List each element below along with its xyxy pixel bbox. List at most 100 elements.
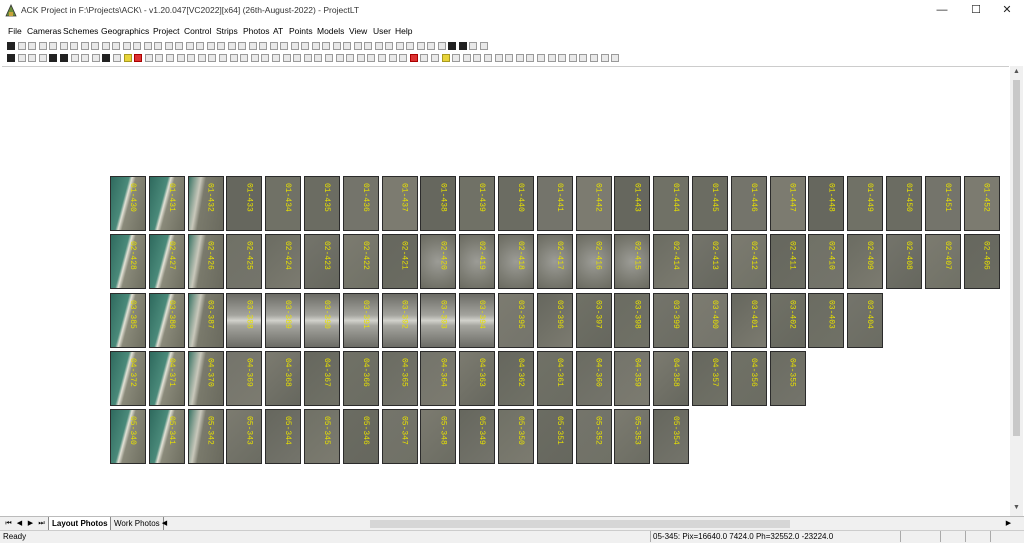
menu-strips[interactable]: Strips — [216, 26, 238, 36]
toolbar-tool-icon[interactable] — [388, 54, 397, 62]
toolbar-tool-icon[interactable] — [416, 42, 425, 50]
photo-thumbnail[interactable]: 01-434 — [265, 176, 302, 231]
photo-thumbnail[interactable]: 03-395 — [498, 293, 534, 348]
toolbar-tool-icon[interactable] — [91, 54, 100, 62]
photo-thumbnail[interactable]: 02-424 — [265, 234, 302, 289]
minimize-button[interactable]: — — [925, 0, 959, 22]
photo-thumbnail[interactable]: 04-370 — [187, 351, 224, 406]
photo-thumbnail[interactable]: 03-404 — [847, 293, 884, 348]
photo-thumbnail[interactable]: 05-345 — [304, 409, 340, 464]
menu-cameras[interactable]: Cameras — [27, 26, 61, 36]
toolbar-tool-icon[interactable] — [229, 54, 238, 62]
photo-thumbnail[interactable]: 02-428 — [110, 234, 146, 289]
toolbar-tool-icon[interactable] — [248, 42, 257, 50]
photo-thumbnail[interactable]: 05-348 — [420, 409, 457, 464]
photo-thumbnail[interactable]: 05-341 — [148, 409, 185, 464]
photo-thumbnail[interactable]: 05-342 — [187, 409, 224, 464]
toolbar-tool-icon[interactable] — [462, 54, 471, 62]
toolbar-tool-icon[interactable] — [7, 54, 15, 62]
toolbar-tool-icon[interactable] — [332, 42, 341, 50]
toolbar-tool-icon[interactable] — [175, 42, 183, 50]
toolbar-tool-icon[interactable] — [49, 42, 57, 50]
photo-thumbnail[interactable]: 04-359 — [614, 351, 651, 406]
photo-thumbnail[interactable]: 05-350 — [498, 409, 534, 464]
photo-thumbnail[interactable]: 01-451 — [924, 176, 961, 231]
toolbar-tool-icon[interactable] — [427, 42, 435, 50]
toolbar-tool-icon[interactable] — [290, 42, 299, 50]
next-tab-icon[interactable]: ▶ — [26, 519, 35, 528]
toolbar-tool-icon[interactable] — [217, 42, 225, 50]
photo-thumbnail[interactable]: 01-441 — [536, 176, 573, 231]
photo-thumbnail[interactable]: 05-353 — [614, 409, 651, 464]
photo-thumbnail[interactable]: 05-340 — [110, 409, 146, 464]
photo-thumbnail[interactable]: 04-358 — [653, 351, 690, 406]
photo-thumbnail[interactable]: 05-347 — [381, 409, 418, 464]
toolbar-tool-icon[interactable] — [335, 54, 344, 62]
last-tab-icon[interactable]: ⏭ — [37, 519, 46, 528]
photo-thumbnail[interactable]: 03-401 — [730, 293, 767, 348]
toolbar-tool-icon[interactable] — [600, 54, 609, 62]
toolbar-tool-icon[interactable] — [155, 54, 164, 62]
toolbar-tool-icon[interactable] — [364, 42, 372, 50]
toolbar-tool-icon[interactable] — [176, 54, 185, 62]
photo-thumbnail[interactable]: 02-415 — [614, 234, 651, 289]
photo-thumbnail[interactable]: 03-388 — [226, 293, 263, 348]
menu-at[interactable]: AT — [273, 26, 283, 36]
photo-thumbnail[interactable]: 02-411 — [769, 234, 806, 289]
photo-thumbnail[interactable]: 02-414 — [653, 234, 690, 289]
photo-thumbnail[interactable]: 03-399 — [653, 293, 690, 348]
photo-thumbnail[interactable]: 02-410 — [808, 234, 845, 289]
toolbar-tool-icon[interactable] — [250, 54, 259, 62]
vertical-scrollbar[interactable]: ▲ ▼ — [1010, 66, 1023, 516]
photo-thumbnail[interactable]: 04-364 — [420, 351, 457, 406]
toolbar-tool-icon[interactable] — [91, 42, 99, 50]
toolbar-tool-icon[interactable] — [17, 54, 26, 62]
toolbar-tool-icon[interactable] — [311, 42, 320, 50]
toolbar-tool-icon[interactable] — [227, 42, 236, 50]
toolbar-tool-icon[interactable] — [356, 54, 365, 62]
menu-geographics[interactable]: Geographics — [101, 26, 149, 36]
toolbar-tool-icon[interactable] — [325, 54, 333, 62]
toolbar-tool-icon[interactable] — [301, 42, 309, 50]
photo-thumbnail[interactable]: 04-361 — [536, 351, 573, 406]
toolbar-tool-icon[interactable] — [197, 54, 206, 62]
vertical-scroll-thumb[interactable] — [1013, 80, 1020, 436]
photo-thumbnail[interactable]: 01-439 — [459, 176, 496, 231]
prev-tab-icon[interactable]: ◀ — [15, 519, 24, 528]
toolbar-tool-icon[interactable] — [322, 42, 330, 50]
photo-thumbnail[interactable]: 02-412 — [730, 234, 767, 289]
tab-layout-photos[interactable]: Layout Photos — [48, 517, 112, 531]
toolbar-tool-icon[interactable] — [568, 54, 577, 62]
photo-thumbnail[interactable]: 01-431 — [148, 176, 185, 231]
photo-thumbnail[interactable]: 01-449 — [847, 176, 884, 231]
photo-thumbnail[interactable]: 03-396 — [536, 293, 573, 348]
scroll-up-icon[interactable]: ▲ — [1013, 68, 1020, 75]
close-button[interactable]: ✕ — [990, 0, 1024, 22]
toolbar-tool-icon[interactable] — [187, 54, 196, 62]
toolbar-tool-icon[interactable] — [123, 54, 132, 62]
menu-view[interactable]: View — [349, 26, 367, 36]
photo-thumbnail[interactable]: 02-426 — [187, 234, 224, 289]
toolbar-tool-icon[interactable] — [185, 42, 194, 50]
tab-work-photos[interactable]: Work Photos — [110, 517, 164, 531]
photo-thumbnail[interactable]: 04-362 — [498, 351, 534, 406]
toolbar-tool-icon[interactable] — [515, 54, 524, 62]
photo-thumbnail[interactable]: 03-397 — [575, 293, 612, 348]
toolbar-tool-icon[interactable] — [208, 54, 217, 62]
photo-thumbnail[interactable]: 02-423 — [304, 234, 340, 289]
photo-thumbnail[interactable]: 01-444 — [653, 176, 690, 231]
photo-thumbnail[interactable]: 02-427 — [148, 234, 185, 289]
photo-layout-canvas[interactable]: 01-430 01-431 01-432 01-433 01-434 01-435 01-4… — [2, 66, 1009, 517]
photo-thumbnail[interactable]: 04-371 — [148, 351, 185, 406]
toolbar-tool-icon[interactable] — [122, 42, 131, 50]
photo-thumbnail[interactable]: 05-349 — [459, 409, 496, 464]
toolbar-tool-icon[interactable] — [17, 42, 26, 50]
toolbar-tool-icon[interactable] — [579, 54, 588, 62]
photo-thumbnail[interactable]: 04-357 — [692, 351, 728, 406]
toolbar-tool-icon[interactable] — [303, 54, 312, 62]
toolbar-tool-icon[interactable] — [420, 54, 429, 62]
photo-thumbnail[interactable]: 03-398 — [614, 293, 651, 348]
photo-thumbnail[interactable]: 04-363 — [459, 351, 496, 406]
photo-thumbnail[interactable]: 02-407 — [924, 234, 961, 289]
toolbar-tool-icon[interactable] — [448, 42, 456, 50]
